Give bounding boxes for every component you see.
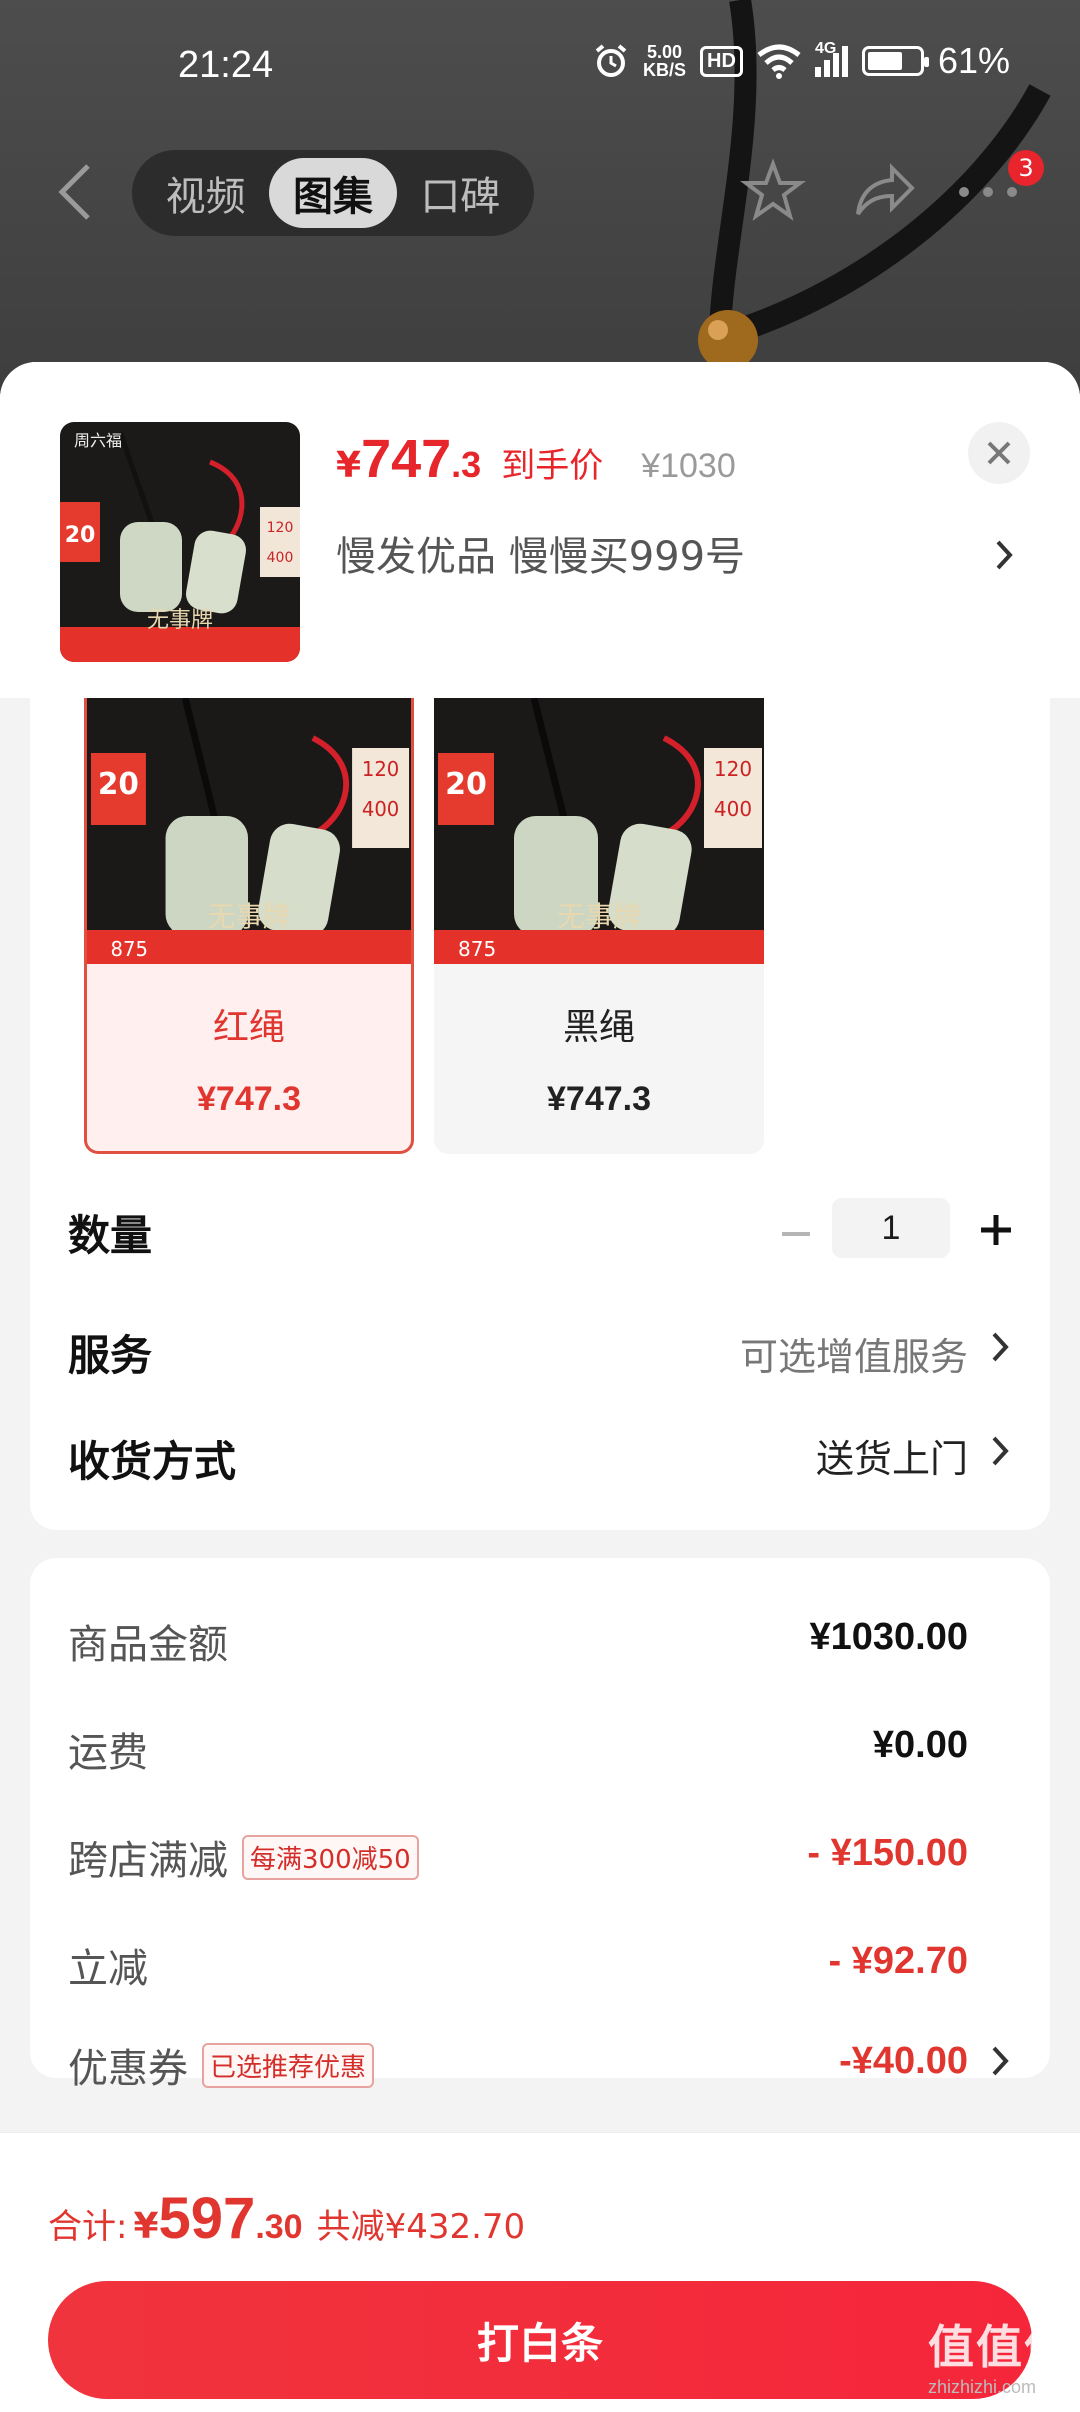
total-discount: 共减¥432.70 bbox=[316, 2207, 526, 2247]
svg-text:20: 20 bbox=[98, 767, 139, 802]
increase-quantity-button[interactable] bbox=[976, 1210, 1016, 1250]
original-price: ¥1030 bbox=[641, 447, 736, 485]
svg-text:120: 120 bbox=[362, 758, 399, 781]
hd-badge: HD bbox=[700, 45, 743, 77]
close-icon bbox=[987, 441, 1011, 465]
network-type: 4G bbox=[814, 39, 837, 57]
svg-text:20: 20 bbox=[65, 523, 96, 548]
sheet-header: 20 120 400 周六福 无事牌 ¥ 747 .3 到手价 ¥1030 慢发… bbox=[0, 362, 1080, 698]
price-decimal: .3 bbox=[451, 444, 482, 485]
shop-name[interactable]: 慢发优品 慢慢买999号 bbox=[336, 524, 745, 582]
more-options-icon[interactable] bbox=[958, 186, 1018, 198]
quantity-input[interactable]: 1 bbox=[832, 1198, 950, 1258]
variant-red-image-title: 无事牌 bbox=[208, 900, 290, 933]
delivery-chevron-icon[interactable] bbox=[990, 1434, 1010, 1468]
price-summary: 商品金额 ¥1030.00 运费 ¥0.00 跨店满减 每满300减50 - ¥… bbox=[30, 1558, 1050, 2092]
battery-icon bbox=[861, 46, 929, 76]
summary-row-label: 运费 bbox=[68, 1730, 148, 1776]
share-icon[interactable] bbox=[852, 158, 918, 224]
summary-row-value: ¥1030.00 bbox=[809, 1616, 969, 1658]
thumb-title: 无事牌 bbox=[147, 608, 213, 633]
total-decimal: .30 bbox=[255, 2208, 303, 2246]
svg-text:20: 20 bbox=[445, 767, 487, 802]
delivery-label: 收货方式 bbox=[68, 1437, 237, 1486]
svg-text:400: 400 bbox=[267, 550, 294, 566]
purchase-sheet: 20 120 400 周六福 无事牌 ¥ 747 .3 到手价 ¥1030 慢发… bbox=[0, 362, 1080, 2412]
status-time: 21:24 bbox=[178, 44, 274, 86]
gallery-tab-switcher: 视频 图集 口碑 bbox=[132, 150, 534, 236]
variant-black-cord-image: 20 120 400 875 无事牌 bbox=[434, 698, 764, 964]
tab-gallery[interactable]: 图集 bbox=[269, 158, 397, 228]
variant-red-cord[interactable]: 20 120 400 875 无事牌 红绳 ¥747.3 bbox=[84, 698, 414, 1154]
delivery-value[interactable]: 送货上门 bbox=[816, 1428, 968, 1483]
speed-unit: KB/S bbox=[643, 60, 687, 80]
coupon-recommend-tag: 已选推荐优惠 bbox=[202, 2042, 375, 2088]
price-integer: 747 bbox=[361, 429, 452, 489]
checkout-footer: 合计: ¥ 597 .30 共减¥432.70 打白条 值值值 zhizhizh… bbox=[0, 2132, 1080, 2412]
coupon-chevron-icon[interactable] bbox=[990, 2044, 1010, 2078]
deal-price: ¥ 747 .3 到手价 ¥1030 bbox=[336, 428, 736, 490]
summary-row-value: - ¥92.70 bbox=[828, 1940, 968, 1982]
options-panel: 20 120 400 875 无事牌 红绳 ¥747.3 20 120 400 … bbox=[30, 698, 1050, 1530]
summary-row-value: ¥0.00 bbox=[872, 1724, 968, 1766]
product-thumbnail: 20 120 400 周六福 无事牌 bbox=[60, 422, 300, 662]
summary-row-label: 立减 bbox=[68, 1946, 148, 1992]
cellular-signal: 4G bbox=[814, 40, 848, 77]
speed-value: 5.00 bbox=[647, 42, 683, 62]
order-total: 合计: ¥ 597 .30 共减¥432.70 bbox=[48, 2185, 525, 2252]
service-label: 服务 bbox=[68, 1331, 153, 1380]
svg-text:120: 120 bbox=[714, 757, 752, 781]
quantity-label: 数量 bbox=[68, 1211, 153, 1260]
close-button[interactable] bbox=[968, 422, 1030, 484]
star-favorite-icon[interactable] bbox=[740, 158, 806, 224]
svg-text:120: 120 bbox=[267, 520, 294, 536]
watermark-url: zhizhizhi.com bbox=[928, 2377, 1037, 2397]
summary-row-label: 跨店满减 每满300减50 bbox=[68, 1828, 419, 1886]
variant-price: ¥747.3 bbox=[197, 1080, 301, 1118]
svg-text:400: 400 bbox=[714, 797, 752, 821]
total-currency: ¥ bbox=[133, 2206, 159, 2247]
alarm-icon bbox=[595, 44, 627, 77]
tab-reviews[interactable]: 口碑 bbox=[397, 158, 524, 228]
coupon-value[interactable]: -¥40.00 bbox=[839, 2040, 968, 2083]
thumb-brand: 周六福 bbox=[74, 431, 122, 450]
total-integer: 597 bbox=[158, 2186, 256, 2251]
shop-chevron-icon[interactable] bbox=[994, 538, 1014, 572]
variant-name: 黑绳 bbox=[562, 1007, 635, 1048]
network-speed: 5.00 KB/S bbox=[643, 43, 686, 79]
status-icons: 5.00 KB/S HD 4G 61% bbox=[593, 40, 1010, 82]
tab-video[interactable]: 视频 bbox=[142, 158, 269, 228]
variant-price: ¥747.3 bbox=[547, 1080, 651, 1118]
variant-name: 红绳 bbox=[212, 1007, 285, 1048]
variant-red-cord-image: 20 120 400 875 无事牌 bbox=[87, 698, 411, 964]
service-chevron-icon[interactable] bbox=[990, 1330, 1010, 1364]
summary-row-value: - ¥150.00 bbox=[807, 1832, 968, 1874]
cart-count-badge: 3 bbox=[1008, 150, 1044, 186]
watermark: 值值值 zhizhizhi.com bbox=[928, 2311, 1072, 2398]
back-arrow-icon[interactable] bbox=[52, 160, 102, 224]
price-tag-label: 到手价 bbox=[501, 446, 604, 486]
total-label: 合计: bbox=[48, 2207, 128, 2247]
status-bar: 21:24 5.00 KB/S HD 4G 61% bbox=[0, 0, 1080, 140]
svg-text:875: 875 bbox=[111, 938, 148, 961]
decrease-quantity-button[interactable] bbox=[776, 1214, 816, 1254]
coupon-row[interactable]: 优惠券 已选推荐优惠 bbox=[68, 2036, 375, 2094]
svg-text:875: 875 bbox=[458, 937, 496, 961]
svg-text:400: 400 bbox=[362, 798, 399, 821]
product-thumbnail-image: 20 120 400 周六福 无事牌 bbox=[60, 422, 300, 662]
cross-store-discount-tag: 每满300减50 bbox=[242, 1834, 419, 1880]
price-currency: ¥ bbox=[336, 445, 362, 486]
watermark-logo: 值值值 bbox=[928, 2321, 1072, 2373]
wifi-icon bbox=[757, 44, 801, 79]
variant-black-image-title: 无事牌 bbox=[557, 900, 641, 933]
summary-row-label: 商品金额 bbox=[68, 1622, 228, 1668]
service-value[interactable]: 可选增值服务 bbox=[740, 1326, 968, 1381]
pay-button-label: 打白条 bbox=[476, 2318, 603, 2368]
battery-percent: 61% bbox=[937, 40, 1010, 81]
pay-with-baitiao-button[interactable]: 打白条 bbox=[48, 2281, 1032, 2399]
variant-black-cord[interactable]: 20 120 400 875 无事牌 黑绳 ¥747.3 bbox=[434, 698, 764, 1154]
